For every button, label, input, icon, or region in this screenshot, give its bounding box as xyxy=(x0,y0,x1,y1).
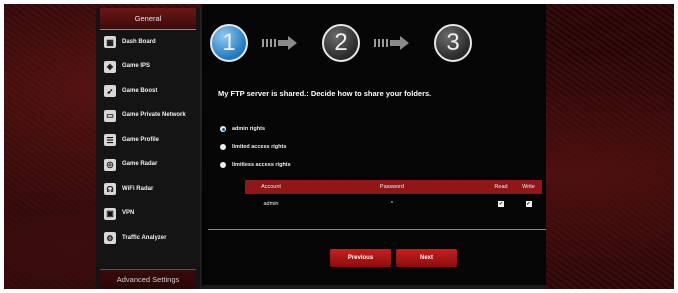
profile-icon: ☰ xyxy=(104,134,116,147)
radio-button[interactable] xyxy=(220,144,226,150)
radio-button[interactable] xyxy=(220,162,226,168)
access-rights-options: admin rights limited access rights limit… xyxy=(220,120,291,174)
sidebar-item-game-radar[interactable]: ◎ Game Radar xyxy=(96,153,200,178)
sidebar-item-label: Game Private Network xyxy=(122,112,186,119)
next-button[interactable]: Next xyxy=(396,249,457,267)
sidebar-item-dashboard[interactable]: ▦ Dash Board xyxy=(96,30,200,55)
cell-password: * xyxy=(390,201,394,207)
sidebar-item-wifi-radar[interactable]: ☊ WiFi Radar xyxy=(96,177,200,202)
header-write: Write xyxy=(515,180,542,194)
radar-icon: ◎ xyxy=(104,158,116,171)
option-limitless-access-rights[interactable]: limitless access rights xyxy=(220,156,291,174)
sidebar-item-label: Game Profile xyxy=(122,136,160,143)
rocket-icon: ➶ xyxy=(104,85,116,98)
divider xyxy=(208,229,546,230)
step-2-indicator: 2 xyxy=(322,24,360,62)
page-title: My FTP server is shared.: Decide how to … xyxy=(218,89,432,98)
step-1-indicator: 1 xyxy=(210,24,248,62)
table-header-row: Account Password Read Write xyxy=(245,180,542,194)
network-icon: ▭ xyxy=(104,109,116,122)
vpn-icon: ▣ xyxy=(104,207,116,220)
sidebar-item-label: Traffic Analyzer xyxy=(122,234,167,241)
sidebar-item-label: Game IPS xyxy=(122,63,151,70)
option-label: admin rights xyxy=(232,126,266,132)
main-panel: 1 2 3 My FTP server is shared.: Decide h… xyxy=(202,4,546,289)
previous-button[interactable]: Previous xyxy=(330,249,391,267)
sidebar-item-label: Game Radar xyxy=(122,161,158,168)
step-3-indicator: 3 xyxy=(434,24,472,62)
sidebar-item-label: Dash Board xyxy=(122,38,156,45)
read-checkbox[interactable]: ✔ xyxy=(498,201,504,207)
sidebar-section-advanced-settings[interactable]: Advanced Settings xyxy=(100,269,196,289)
option-admin-rights[interactable]: admin rights xyxy=(220,120,291,138)
write-checkbox[interactable]: ✔ xyxy=(525,201,532,207)
sidebar-section-general: General xyxy=(100,8,196,30)
header-account: Account xyxy=(245,180,297,194)
arrow-right-icon xyxy=(374,36,409,50)
wizard-stepper: 1 2 3 xyxy=(210,24,540,62)
radio-button[interactable] xyxy=(220,126,226,132)
cell-account: admin xyxy=(263,201,279,207)
sidebar-item-vpn[interactable]: ▣ VPN xyxy=(96,202,200,227)
header-password: Password xyxy=(297,180,487,194)
sidebar-item-game-private-network[interactable]: ▭ Game Private Network xyxy=(96,104,200,129)
dashboard-icon: ▦ xyxy=(104,36,116,49)
sidebar: General ▦ Dash Board ◈ Game IPS ➶ Game B… xyxy=(96,8,201,289)
sidebar-item-label: VPN xyxy=(122,210,135,217)
shield-icon: ◈ xyxy=(104,60,116,73)
sidebar-item-traffic-analyzer[interactable]: ⚙ Traffic Analyzer xyxy=(96,226,200,251)
account-table: Account Password Read Write admin * ✔ ✔ xyxy=(245,180,542,214)
traffic-icon: ⚙ xyxy=(104,232,116,245)
table-row: admin * ✔ ✔ xyxy=(245,194,542,214)
option-label: limitless access rights xyxy=(232,162,291,168)
sidebar-item-game-ips[interactable]: ◈ Game IPS xyxy=(96,55,200,80)
sidebar-item-label: Game Boost xyxy=(122,87,158,94)
window-frame: General ▦ Dash Board ◈ Game IPS ➶ Game B… xyxy=(4,4,674,289)
header-read: Read xyxy=(487,180,515,194)
sidebar-item-game-boost[interactable]: ➶ Game Boost xyxy=(96,79,200,104)
wifi-icon: ☊ xyxy=(104,183,116,196)
option-limited-access-rights[interactable]: limited access rights xyxy=(220,138,291,156)
sidebar-item-label: WiFi Radar xyxy=(122,185,154,192)
bottom-bar xyxy=(202,285,546,289)
option-label: limited access rights xyxy=(232,144,287,150)
arrow-right-icon xyxy=(262,36,297,50)
sidebar-item-game-profile[interactable]: ☰ Game Profile xyxy=(96,128,200,153)
